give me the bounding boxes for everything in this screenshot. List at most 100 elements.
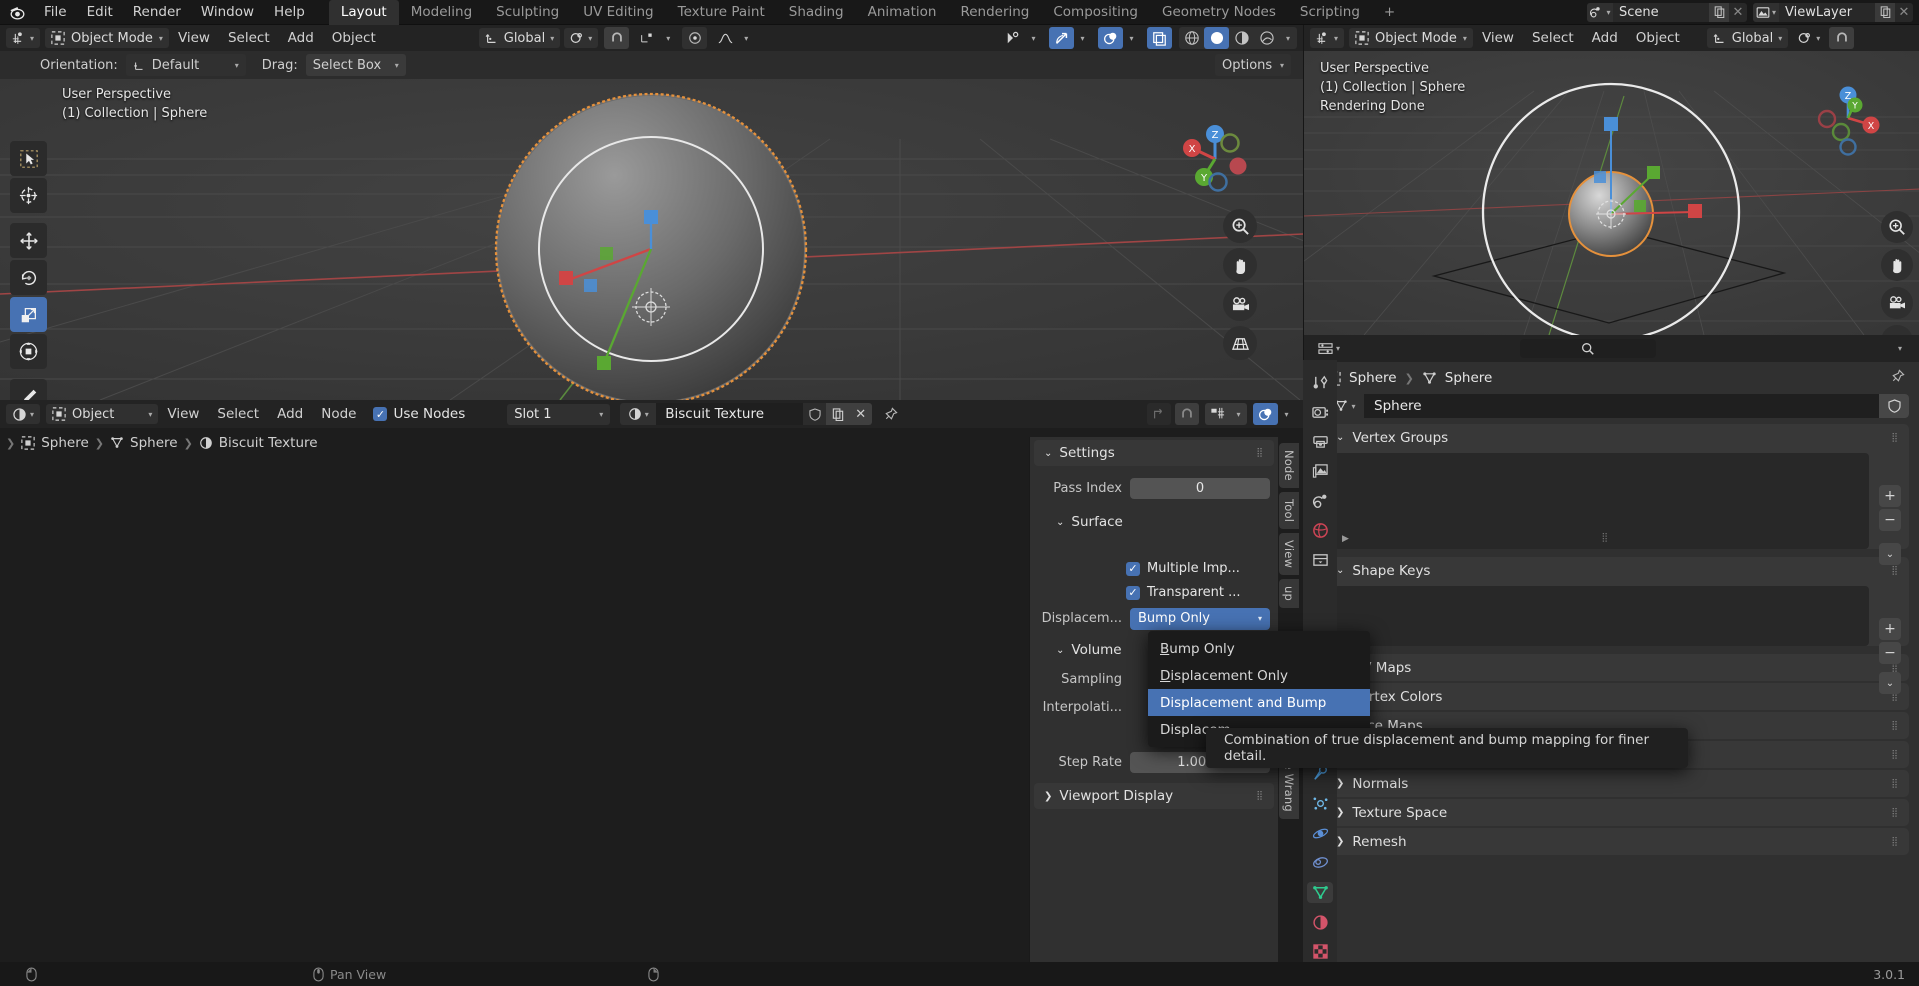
- menu-edit[interactable]: Edit: [77, 0, 123, 25]
- workspace-tab-rendering[interactable]: Rendering: [948, 0, 1041, 25]
- interaction-mode-selector-right[interactable]: Object Mode ▾: [1349, 28, 1473, 48]
- overlays-icon[interactable]: [1098, 27, 1123, 49]
- viewlayer-remove-button[interactable]: ✕: [1895, 3, 1913, 22]
- shape-keys-list[interactable]: [1334, 586, 1869, 646]
- orientation-selector[interactable]: Default ▾: [125, 54, 246, 76]
- browse-material-icon[interactable]: ▾: [620, 403, 657, 425]
- breadcrumb-material[interactable]: Biscuit Texture: [219, 435, 318, 451]
- viewport-menu-object[interactable]: Object: [323, 30, 385, 46]
- viewport-left-ortho-button[interactable]: [1223, 326, 1257, 360]
- multiple-importance-checkbox[interactable]: ✓: [1126, 561, 1140, 576]
- workspace-tab-texture-paint[interactable]: Texture Paint: [666, 0, 777, 25]
- viewport-left-zoom-button[interactable]: [1223, 209, 1257, 243]
- shader-menu-view[interactable]: View: [158, 406, 208, 422]
- properties-tab-constraints[interactable]: [1307, 853, 1333, 874]
- section-remesh-header[interactable]: ❯ Remesh ⣿: [1326, 828, 1909, 855]
- viewport-right-nav-gizmo[interactable]: Z Y X: [1809, 79, 1887, 157]
- viewport-3d-right[interactable]: ▾ Object Mode ▾ View Select Add Object G…: [1303, 25, 1919, 335]
- shader-snap-group[interactable]: ▾: [1205, 403, 1247, 425]
- properties-tab-collection[interactable]: [1307, 550, 1333, 571]
- workspace-tab-modeling[interactable]: Modeling: [399, 0, 484, 25]
- multiple-importance-row[interactable]: ✓ Multiple Imp...: [1126, 557, 1270, 580]
- object-visibility-group[interactable]: ▾: [1000, 27, 1042, 49]
- blender-logo-icon[interactable]: [0, 0, 34, 25]
- properties-tab-material[interactable]: [1307, 912, 1333, 933]
- workspace-tab-geometry-nodes[interactable]: Geometry Nodes: [1150, 0, 1288, 25]
- overlays-chevron-icon[interactable]: ▾: [1123, 27, 1140, 49]
- pass-index-row[interactable]: Pass Index 0: [1038, 476, 1270, 501]
- snapping-selector-right[interactable]: ▾: [1792, 28, 1826, 48]
- cursor-tool-button[interactable]: [10, 178, 47, 213]
- mesh-fake-user-icon[interactable]: [1879, 394, 1909, 418]
- side-tab-group[interactable]: up: [1279, 579, 1299, 609]
- vertex-groups-expand-icon[interactable]: ▶: [1342, 534, 1349, 544]
- shading-chevron-icon[interactable]: ▾: [1279, 27, 1297, 49]
- properties-tab-tool[interactable]: [1307, 372, 1333, 393]
- shading-material-preview-icon[interactable]: [1229, 27, 1254, 49]
- section-remesh-grip-icon[interactable]: ⣿: [1891, 837, 1899, 847]
- dropdown-option-bump-only[interactable]: Bump Only: [1148, 635, 1370, 662]
- workspace-tab-layout[interactable]: Layout: [328, 0, 399, 25]
- properties-breadcrumb-mesh[interactable]: Sphere: [1445, 370, 1493, 386]
- section-vertex-groups-header[interactable]: ⌄ Vertex Groups ⣿: [1326, 424, 1909, 451]
- properties-tab-scene[interactable]: [1307, 490, 1333, 511]
- menu-window[interactable]: Window: [191, 0, 264, 25]
- object-visibility-chevron-icon[interactable]: ▾: [1025, 27, 1042, 49]
- section-texture-space-header[interactable]: ❯ Texture Space ⣿: [1326, 799, 1909, 826]
- section-shape-keys[interactable]: ⌄ Shape Keys ⣿ + − ⌄: [1326, 557, 1909, 694]
- dropdown-option-displacement-only[interactable]: Displacement Only: [1148, 662, 1370, 689]
- snapping-selector[interactable]: ▾: [564, 28, 599, 48]
- editor-type-selector-right[interactable]: ▾: [1310, 28, 1345, 48]
- settings-section-header[interactable]: ⌄ Settings ⣿: [1034, 440, 1274, 466]
- section-shape-keys-grip-icon[interactable]: ⣿: [1891, 566, 1899, 576]
- proportional-falloff-chevron-icon[interactable]: ▾: [660, 27, 676, 49]
- use-nodes-toggle[interactable]: ✓ Use Nodes: [373, 406, 465, 422]
- proportional-toggle-group[interactable]: [682, 27, 708, 49]
- workspace-tab-shading[interactable]: Shading: [777, 0, 856, 25]
- surface-section-header[interactable]: ⌄ Surface: [1034, 509, 1274, 535]
- section-vertex-colors[interactable]: ❯ Vertex Colors ⣿: [1326, 683, 1909, 710]
- menu-help[interactable]: Help: [264, 0, 315, 25]
- pin-icon[interactable]: [877, 403, 903, 425]
- vertex-groups-resize-grip[interactable]: ⣿: [1602, 533, 1610, 543]
- shader-editor-type-selector[interactable]: ▾: [6, 404, 41, 424]
- transform-orientation-selector[interactable]: Global ▾: [478, 28, 561, 48]
- viewport-menu-select[interactable]: Select: [219, 30, 279, 46]
- viewport-display-grip-icon[interactable]: ⣿: [1256, 791, 1264, 801]
- section-normals[interactable]: ❯ Normals ⣿: [1326, 770, 1909, 797]
- gizmo-group[interactable]: ▾: [1049, 27, 1091, 49]
- section-texture-space-grip-icon[interactable]: ⣿: [1891, 808, 1899, 818]
- properties-tab-render[interactable]: [1307, 402, 1333, 423]
- pass-index-value[interactable]: 0: [1130, 478, 1270, 499]
- rotate-tool-button[interactable]: [10, 260, 47, 295]
- displacement-selector[interactable]: Bump Only ▾: [1130, 607, 1270, 630]
- shading-solid-icon[interactable]: [1204, 27, 1229, 49]
- viewport-menu-add[interactable]: Add: [279, 30, 323, 46]
- menu-render[interactable]: Render: [123, 0, 191, 25]
- shader-snap-magnet-icon[interactable]: [1175, 403, 1199, 425]
- section-uv-maps[interactable]: ❯ UV Maps ⣿: [1326, 654, 1909, 681]
- side-tab-view[interactable]: View: [1279, 532, 1299, 576]
- proportional-edit-icon[interactable]: [635, 27, 660, 49]
- overlay-icon[interactable]: [1253, 403, 1278, 425]
- tweak-tool-button[interactable]: [10, 141, 47, 176]
- shader-menu-select[interactable]: Select: [208, 406, 268, 422]
- breadcrumb-arrow-0[interactable]: ❯: [6, 437, 15, 450]
- menu-file[interactable]: File: [34, 0, 77, 25]
- vertex-groups-list[interactable]: ▶ ⣿: [1334, 453, 1869, 549]
- scene-selector[interactable]: ▾ Scene ✕: [1587, 2, 1747, 22]
- viewport-options-button[interactable]: Options ▾: [1215, 54, 1291, 76]
- viewport-right-menu-object[interactable]: Object: [1627, 30, 1689, 46]
- snap-magnet-group[interactable]: [604, 27, 630, 49]
- properties-pin-icon[interactable]: [1890, 368, 1919, 388]
- properties-tab-object-data[interactable]: [1307, 882, 1333, 903]
- shader-menu-node[interactable]: Node: [312, 406, 365, 422]
- add-workspace-button[interactable]: +: [1372, 0, 1407, 25]
- section-vertex-groups[interactable]: ⌄ Vertex Groups ⣿ ▶ ⣿ + − ⌄: [1326, 424, 1909, 565]
- duplicate-icon[interactable]: [826, 403, 850, 425]
- snap-icon[interactable]: [1205, 403, 1230, 425]
- properties-tab-texture[interactable]: [1307, 941, 1333, 962]
- falloff-curve-group[interactable]: ▾: [713, 27, 754, 49]
- section-texture-space[interactable]: ❯ Texture Space ⣿: [1326, 799, 1909, 826]
- viewport-left-pan-button[interactable]: [1223, 248, 1257, 282]
